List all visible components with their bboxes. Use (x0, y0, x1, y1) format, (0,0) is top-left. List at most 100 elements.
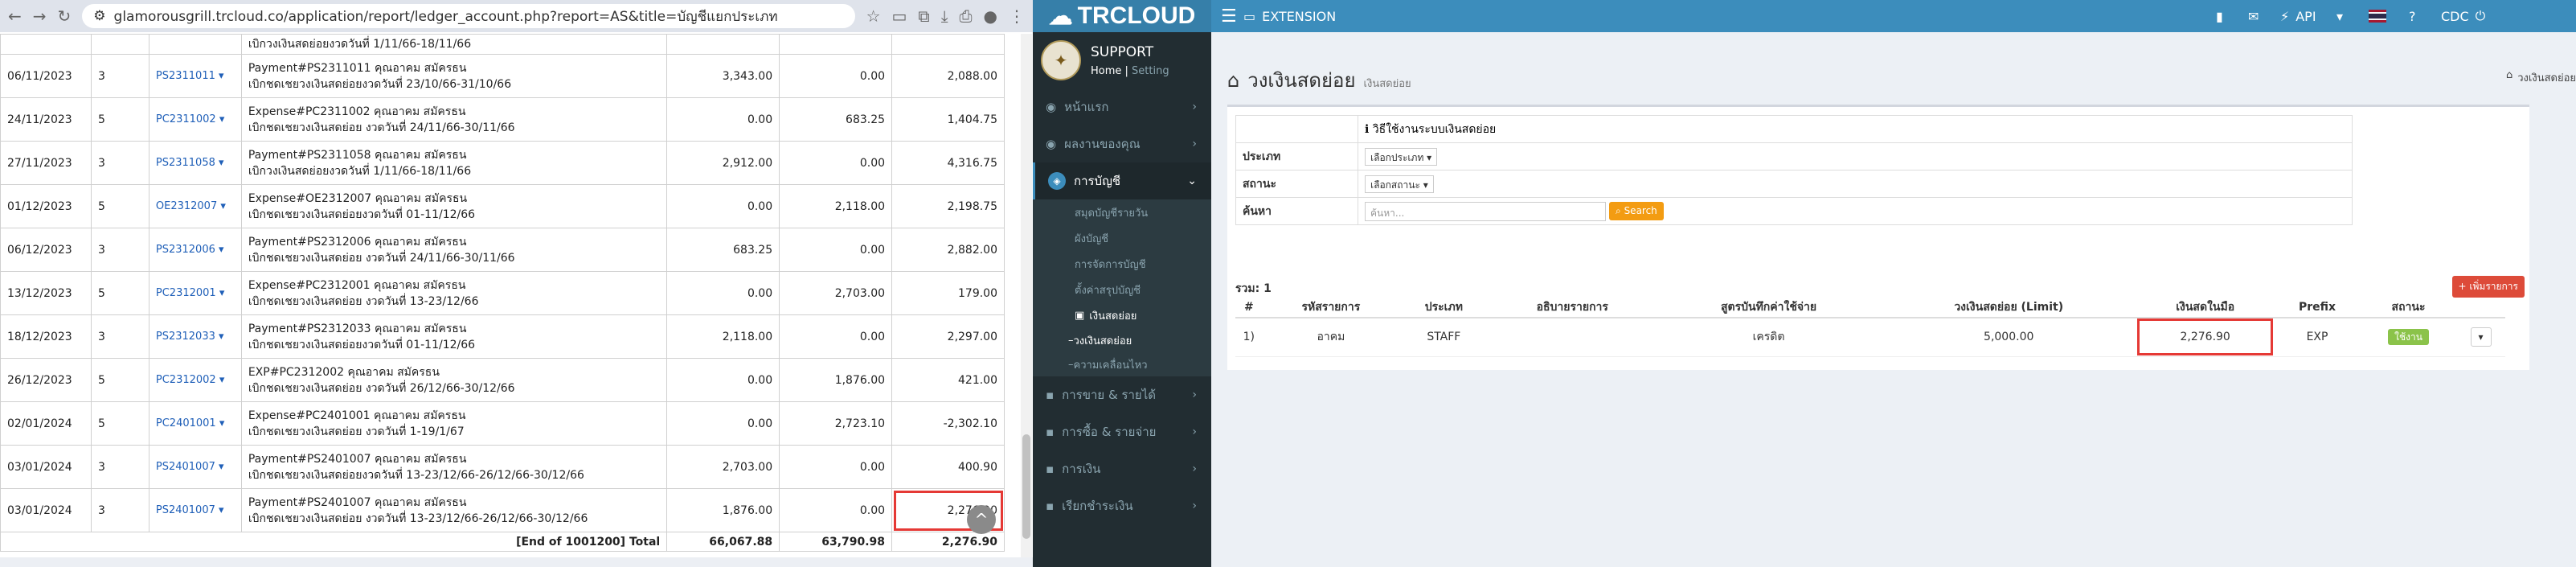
menu-icon: ▪ (1046, 425, 1055, 439)
scroll-to-top-button[interactable]: ^ (967, 505, 996, 534)
menu-icon[interactable]: ⋮ (1009, 6, 1025, 26)
sidebar-subitem[interactable]: ตั้งค่าสรุปบัญชี (1033, 277, 1211, 302)
sidebar-subitem[interactable]: ผังบัญชี (1033, 225, 1211, 251)
table-row: 18/12/2023 3 PS2312033 ▾ Payment#PS2312033 … (0, 314, 1005, 359)
table-row[interactable]: 1) อาคม STAFF เครดิต 5,000.00 2,276.90 EXP ใช้ง… (1235, 318, 2505, 357)
notification-icon[interactable]: ▮ (2216, 0, 2223, 32)
help-icon[interactable]: ? (2409, 0, 2416, 32)
cell-desc (1488, 318, 1657, 357)
sidebar: ☁ TRCLOUD ✦ SUPPORT Home | Setting ◉ หน้าแ… (1033, 0, 1211, 567)
status-select[interactable]: เลือกสถานะ ▾ (1365, 175, 1434, 193)
sidebar-item-bottom[interactable]: ▪ การขาย & รายได้ › (1033, 376, 1211, 413)
row-ref-link[interactable]: PC2311002 ▾ (148, 97, 242, 142)
table-row: 03/01/2024 3 PS2401007 ▾ Payment#PS2401007 … (0, 445, 1005, 489)
total-row: [End of 1001200] Total 66,067.88 63,790.… (0, 532, 1005, 552)
table-row: เบิกวงเงินสดย่อยงวดวันที่ 1/11/66-18/11/… (0, 34, 1005, 55)
row-ref-link[interactable]: PC2312002 ▾ (148, 358, 242, 402)
search-button[interactable]: ⌕ Search (1609, 202, 1664, 220)
row-action-dropdown[interactable]: ▾ (2470, 327, 2492, 347)
hamburger-icon[interactable]: ☰ (1221, 0, 1237, 32)
cell-formula: เครดิต (1656, 318, 1882, 357)
total-label: [End of 1001200] Total (0, 532, 668, 552)
sidebar-item-bottom[interactable]: ▪ เรียกชำระเงิน › (1033, 487, 1211, 524)
row-description: Payment#PS2311058 คุณอาคม สมัครธน เบิกวงเ… (240, 141, 668, 185)
profile-icon[interactable]: ● (984, 6, 997, 26)
search-input[interactable]: ค้นหา... (1365, 201, 1606, 221)
row-date: 03/01/2024 (0, 488, 92, 532)
extensions-icon[interactable]: ⧉ (918, 6, 929, 26)
caret-down-icon: ▾ (215, 504, 224, 516)
home-icon: ◉ (1046, 100, 1057, 114)
cell-prefix: EXP (2274, 318, 2361, 357)
add-item-button[interactable]: + เพิ่มรายการ (2451, 276, 2525, 298)
column-header: ประเภท (1399, 297, 1489, 318)
address-bar[interactable]: ⚙ glamorousgrill.trcloud.co/application/… (82, 4, 855, 28)
home-link[interactable]: Home (1091, 65, 1121, 77)
extension-button[interactable]: ▭ EXTENSION (1243, 0, 1336, 32)
cell-type: STAFF (1399, 318, 1489, 357)
row-balance: 4,316.75 (891, 141, 1005, 185)
sidebar-item-1[interactable]: ◉ ผลงานของคุณ › (1033, 125, 1211, 162)
row-type: 3 (90, 445, 149, 489)
back-icon[interactable]: ← (8, 6, 22, 26)
row-type: 5 (90, 184, 149, 228)
mail-icon[interactable]: ✉ (2248, 0, 2259, 32)
site-info-icon[interactable]: ⚙ (93, 8, 105, 24)
api-button[interactable]: ⚡ API (2280, 0, 2316, 32)
logo[interactable]: ☁ TRCLOUD (1033, 0, 1211, 32)
menu-icon: ▪ (1046, 462, 1055, 476)
ledger-table: เบิกวงเงินสดย่อยงวดวันที่ 1/11/66-18/11/… (0, 34, 1005, 552)
cast-icon[interactable]: ▭ (892, 6, 907, 26)
row-ref-link[interactable]: PS2311058 ▾ (148, 141, 242, 185)
row-debit: 0.00 (666, 271, 780, 315)
row-ref-link[interactable]: PS2401007 ▾ (148, 488, 242, 532)
row-credit: 2,118.00 (779, 184, 893, 228)
row-credit: 0.00 (779, 141, 893, 185)
sidebar-item-2[interactable]: ◈ การบัญชี ⌄ (1033, 162, 1211, 199)
breadcrumb-home-icon[interactable]: ⌂ (2506, 69, 2513, 86)
table-row: 27/11/2023 3 PS2311058 ▾ Payment#PS2311058 … (0, 141, 1005, 185)
sidebar-subitem-current[interactable]: ▣ เงินสดย่อย (1033, 302, 1211, 328)
type-select[interactable]: เลือกประเภท ▾ (1365, 147, 1438, 166)
sidebar-subsubitem[interactable]: – ความเคลื่อนไหว (1033, 352, 1211, 376)
row-ref-link[interactable]: PS2312033 ▾ (148, 314, 242, 359)
caret-down-icon: ▾ (215, 157, 224, 169)
dropdown-caret-icon[interactable]: ▾ (2336, 0, 2343, 32)
caret-down-icon: ▾ (215, 417, 225, 429)
url-text: glamorousgrill.trcloud.co/application/re… (113, 8, 778, 25)
bookmark-star-icon[interactable]: ☆ (866, 6, 881, 26)
setting-link[interactable]: Setting (1132, 65, 1169, 77)
scrollbar-thumb[interactable] (1022, 434, 1030, 539)
help-link[interactable]: วิธีใช้งานระบบเงินสดย่อย (1373, 123, 1496, 136)
sidebar-subitem[interactable]: การจัดการบัญชี (1033, 251, 1211, 277)
sidebar-subsubitem[interactable]: – วงเงินสดย่อย (1033, 328, 1211, 352)
row-ref-link[interactable]: PC2401001 ▾ (148, 401, 242, 446)
plug-icon: ⚡ (2280, 8, 2290, 24)
thai-flag-icon[interactable] (2369, 0, 2386, 32)
row-debit: 3,343.00 (666, 54, 780, 98)
row-date: 06/12/2023 (0, 228, 92, 272)
row-ref-link[interactable]: OE2312007 ▾ (148, 184, 242, 228)
row-description: Expense#PC2401001 คุณอาคม สมัครธน เบิกชดเ… (240, 401, 668, 446)
monitor-icon: ▭ (1243, 8, 1256, 24)
row-ref-link[interactable]: PC2312001 ▾ (148, 271, 242, 315)
sidebar-item-bottom[interactable]: ▪ การเงิน › (1033, 450, 1211, 487)
row-ref-link[interactable]: PS2311011 ▾ (148, 54, 242, 98)
sidebar-subitem[interactable]: สมุดบัญชีรายวัน (1033, 199, 1211, 225)
sidebar-item-0[interactable]: ◉ หน้าแรก › (1033, 88, 1211, 125)
total-debit: 66,067.88 (666, 532, 780, 552)
total-balance: 2,276.90 (891, 532, 1005, 552)
download-icon[interactable]: ⤓ (941, 6, 948, 26)
sidebar-item-bottom[interactable]: ▪ การซื้อ & รายจ่าย › (1033, 413, 1211, 450)
user-name: SUPPORT (1091, 43, 1154, 60)
column-header: อธิบายรายการ (1488, 297, 1657, 318)
company-menu[interactable]: CDC ⏻ (2441, 0, 2485, 32)
row-ref-link[interactable]: PS2312006 ▾ (148, 228, 242, 272)
row-ref-link[interactable]: PS2401007 ▾ (148, 445, 242, 489)
main-content: ⌂ วงเงินสดย่อย เงินสดย่อย ⌂ วงเงินสดย่อย… (1211, 32, 2576, 567)
reload-icon[interactable]: ↻ (58, 6, 72, 26)
save-icon[interactable]: ⎙ (960, 6, 973, 26)
row-description: Payment#PS2311011 คุณอาคม สมัครธน เบิกชดเ… (240, 54, 668, 98)
row-date: 26/12/2023 (0, 358, 92, 402)
forward-icon[interactable]: → (33, 6, 47, 26)
